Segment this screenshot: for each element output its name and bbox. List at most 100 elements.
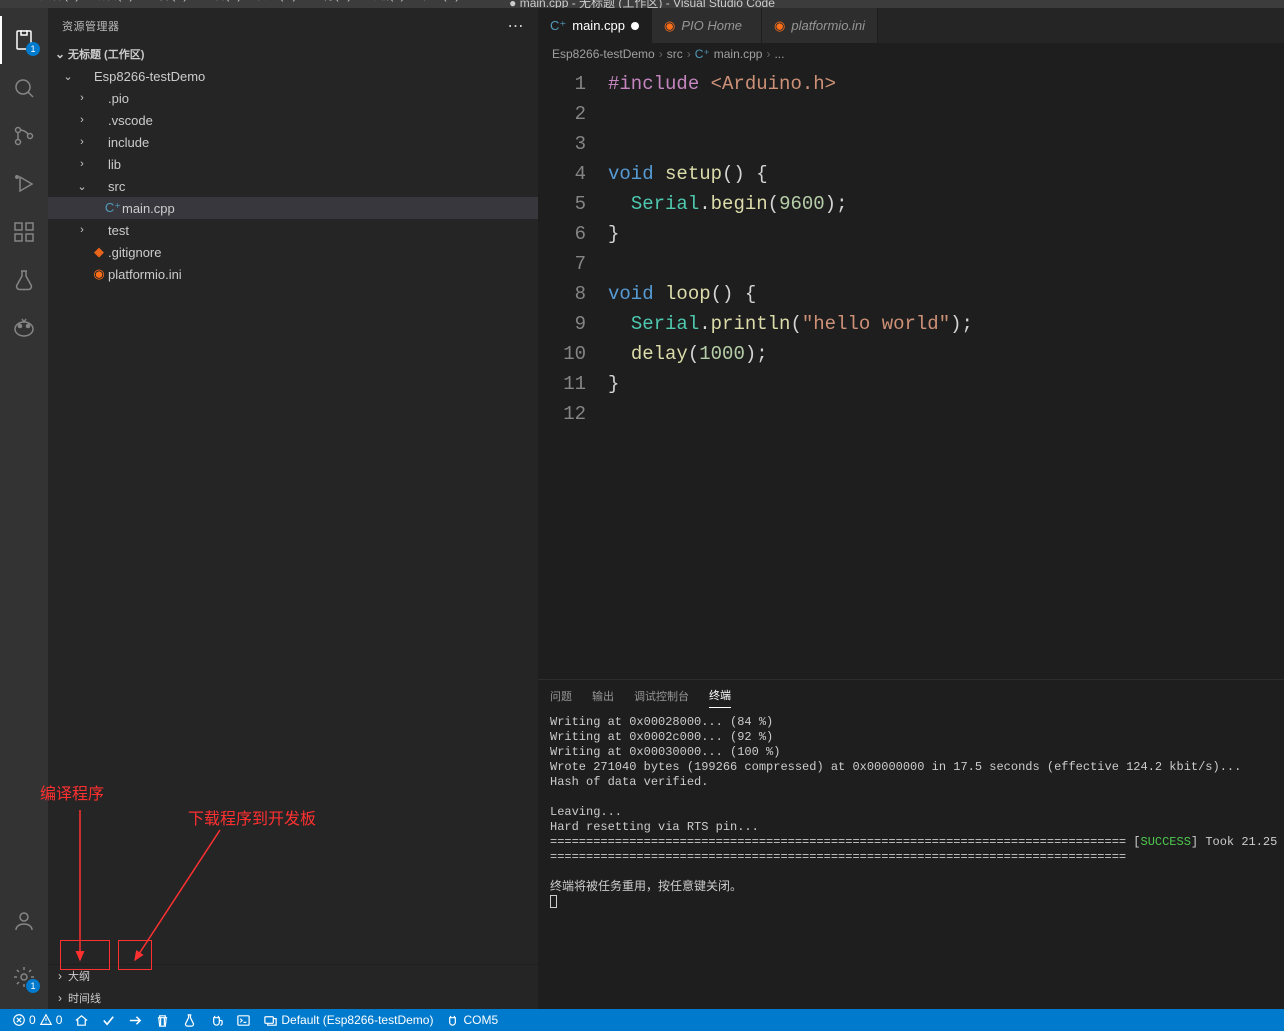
tree-item-label: Esp8266-testDemo	[94, 69, 205, 84]
folder-.vscode[interactable]: ›.vscode	[48, 109, 538, 131]
code-content[interactable]: #include <Arduino.h> void setup() { Seri…	[608, 69, 1284, 679]
chevron-right-icon: ›	[74, 92, 90, 104]
status-test-icon[interactable]	[176, 1009, 203, 1031]
breadcrumb-item[interactable]: ...	[774, 47, 784, 61]
status-clean-icon[interactable]	[149, 1009, 176, 1031]
warning-count: 0	[56, 1013, 63, 1027]
chevron-down-icon: ⌄	[74, 180, 90, 193]
activity-accounts-icon[interactable]	[0, 897, 48, 945]
menu-go[interactable]: 转到(G)	[249, 0, 302, 3]
status-bar: 0 0 Default (Esp8266-testDemo) COM5	[0, 1009, 1284, 1031]
sidebar-header: 资源管理器 ⋯	[48, 8, 538, 43]
chevron-right-icon: ›	[74, 224, 90, 236]
status-new-terminal-icon[interactable]	[230, 1009, 257, 1031]
menu-selection[interactable]: 选择(S)	[141, 0, 193, 3]
tree-item-label: .vscode	[108, 113, 153, 128]
menu-terminal[interactable]: 终端(T)	[359, 0, 410, 3]
status-pio-home-icon[interactable]	[68, 1009, 95, 1031]
breadcrumb-item[interactable]: src	[667, 47, 683, 61]
timeline-section[interactable]: › 时间线	[48, 987, 538, 1009]
menu-help[interactable]: 帮助(H)	[413, 0, 466, 3]
tree-item-label: include	[108, 135, 149, 150]
tab-platformio-ini[interactable]: ◉platformio.ini	[762, 8, 878, 43]
platformio-icon: ◉	[664, 18, 675, 34]
activity-bar: 1 1	[0, 8, 48, 1009]
activity-search-icon[interactable]	[0, 64, 48, 112]
menu-view[interactable]: 查看(V)	[195, 0, 247, 3]
error-count: 0	[29, 1013, 36, 1027]
menu-edit[interactable]: 编辑(E)	[87, 0, 139, 3]
activity-scm-icon[interactable]	[0, 112, 48, 160]
status-serial-monitor-icon[interactable]	[203, 1009, 230, 1031]
chevron-right-icon: ›	[659, 47, 663, 61]
sidebar-title: 资源管理器	[62, 18, 120, 34]
activity-settings-icon[interactable]: 1	[0, 953, 48, 1001]
status-port-label: COM5	[463, 1013, 498, 1027]
cpp-icon: C⁺	[550, 18, 566, 34]
tree-item-label: platformio.ini	[108, 267, 182, 282]
panel-tabs: 问题 输出 调试控制台 终端	[538, 680, 1284, 711]
tab-label: main.cpp	[572, 18, 625, 33]
folder-lib[interactable]: ›lib	[48, 153, 538, 175]
timeline-label: 时间线	[68, 990, 101, 1006]
activity-platformio-icon[interactable]	[0, 304, 48, 352]
code-editor[interactable]: 123456789101112 #include <Arduino.h> voi…	[538, 65, 1284, 679]
tab-pio-home[interactable]: ◉ PIO Home	[652, 8, 762, 43]
breadcrumb-item[interactable]: Esp8266-testDemo	[552, 47, 655, 61]
status-upload-icon[interactable]	[122, 1009, 149, 1031]
chevron-right-icon: ›	[52, 969, 68, 983]
panel-tab-debug-console[interactable]: 调试控制台	[634, 684, 689, 708]
menu-run[interactable]: 运行(R)	[305, 0, 358, 3]
tree-item-label: src	[108, 179, 125, 194]
settings-badge: 1	[26, 979, 40, 993]
chevron-right-icon: ›	[687, 47, 691, 61]
tree-item-label: test	[108, 223, 129, 238]
tab-label: PIO Home	[681, 18, 742, 33]
tab-main-cpp[interactable]: C⁺ main.cpp	[538, 8, 652, 43]
activity-debug-icon[interactable]	[0, 160, 48, 208]
chevron-down-icon: ⌄	[52, 47, 68, 61]
tree-item-label: .gitignore	[108, 245, 161, 260]
file-platformio.ini[interactable]: ◉platformio.ini	[48, 263, 538, 285]
tree-item-label: .pio	[108, 91, 129, 106]
platformio-icon: ◉	[90, 266, 108, 282]
chevron-right-icon: ›	[74, 136, 90, 148]
cpp-icon: C⁺	[695, 47, 710, 61]
terminal-content[interactable]: Writing at 0x00028000... (84 %) Writing …	[538, 711, 1284, 1009]
workspace-name: 无标题 (工作区)	[68, 46, 144, 62]
panel-tab-problems[interactable]: 问题	[550, 684, 572, 708]
activity-extensions-icon[interactable]	[0, 208, 48, 256]
sidebar: 资源管理器 ⋯ ⌄ 无标题 (工作区) ⌄Esp8266-testDemo›.p…	[48, 8, 538, 1009]
status-build-icon[interactable]	[95, 1009, 122, 1031]
folder-src[interactable]: ⌄ src	[48, 175, 538, 197]
panel-tab-terminal[interactable]: 终端	[709, 683, 731, 708]
status-env-switcher[interactable]: Default (Esp8266-testDemo)	[257, 1009, 439, 1031]
breadcrumb-item[interactable]: main.cpp	[714, 47, 763, 61]
folder-include[interactable]: › include	[48, 131, 538, 153]
editor-area: C⁺ main.cpp ◉ PIO Home ◉platformio.ini Esp82…	[538, 8, 1284, 1009]
git-icon: ◆	[90, 244, 108, 260]
activity-explorer-icon[interactable]: 1	[0, 16, 48, 64]
bottom-panel: 问题 输出 调试控制台 终端 Writing at 0x00028000... …	[538, 679, 1284, 1009]
sidebar-more-icon[interactable]: ⋯	[508, 16, 525, 36]
file-.gitignore[interactable]: ◆.gitignore	[48, 241, 538, 263]
file-main.cpp[interactable]: C⁺main.cpp	[48, 197, 538, 219]
line-numbers: 123456789101112	[538, 69, 608, 679]
folder-.pio[interactable]: › .pio	[48, 87, 538, 109]
folder-Esp8266-testDemo[interactable]: ⌄Esp8266-testDemo	[48, 65, 538, 87]
status-env-label: Default (Esp8266-testDemo)	[281, 1013, 433, 1027]
menu-file[interactable]: 文件(F)	[34, 0, 85, 3]
modified-dot-icon	[631, 22, 639, 30]
status-errors[interactable]: 0 0	[6, 1009, 68, 1031]
chevron-right-icon: ›	[766, 47, 770, 61]
file-tree: ⌄Esp8266-testDemo›.pio›.vscode›include›l…	[48, 65, 538, 964]
panel-tab-output[interactable]: 输出	[592, 684, 614, 708]
outline-section[interactable]: › 大纲	[48, 965, 538, 987]
activity-testing-icon[interactable]	[0, 256, 48, 304]
chevron-right-icon: ›	[52, 991, 68, 1005]
workspace-section[interactable]: ⌄ 无标题 (工作区)	[48, 43, 538, 65]
status-port[interactable]: COM5	[439, 1009, 504, 1031]
folder-test[interactable]: › test	[48, 219, 538, 241]
editor-tabs: C⁺ main.cpp ◉ PIO Home ◉platformio.ini	[538, 8, 1284, 43]
breadcrumbs[interactable]: Esp8266-testDemo › src › C⁺ main.cpp › .…	[538, 43, 1284, 65]
